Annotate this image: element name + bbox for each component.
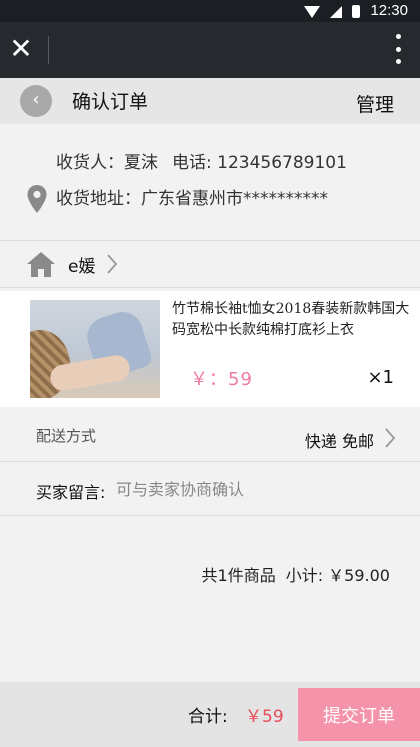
address-section[interactable]: 收货人：夏沫 电话: 123456789101 收货地址：广东省惠州市******… xyxy=(0,124,420,230)
product-price: ￥：59 xyxy=(190,369,253,390)
shop-name: e媛 xyxy=(68,257,96,277)
battery-icon xyxy=(352,4,361,18)
product-item[interactable]: 竹节棉长袖t恤女2018春装新款韩国大码宽松中长款纯棉打底衫上衣 ￥：59 ×1 xyxy=(0,291,420,407)
recipient-label: 收货人： xyxy=(56,153,124,173)
buyer-message-row: 买家留言: xyxy=(0,462,420,516)
product-image[interactable] xyxy=(30,300,160,398)
checkout-bar: 合计: ￥59 提交订单 xyxy=(0,682,420,747)
total-label: 合计: xyxy=(188,707,228,727)
submit-order-button[interactable]: 提交订单 xyxy=(298,688,420,741)
more-vertical-icon[interactable] xyxy=(394,34,402,64)
home-icon xyxy=(27,252,55,277)
shop-row[interactable]: e媛 xyxy=(0,240,420,288)
chevron-right-icon xyxy=(107,254,118,274)
delivery-value: 快递 免邮 xyxy=(304,432,374,451)
delivery-method-row[interactable]: 配送方式 快递 免邮 xyxy=(0,410,420,462)
product-quantity: ×1 xyxy=(367,367,394,388)
address-label: 收货地址： xyxy=(56,189,141,209)
manage-button[interactable]: 管理 xyxy=(356,90,394,117)
app-bar-divider xyxy=(48,36,49,64)
phone-number: 123456789101 xyxy=(217,153,347,173)
chevron-right-icon xyxy=(385,428,396,448)
address-line: 收货地址：广东省惠州市********** xyxy=(56,184,328,209)
buyer-message-input[interactable] xyxy=(116,475,396,503)
product-title: 竹节棉长袖t恤女2018春装新款韩国大码宽松中长款纯棉打底衫上衣 xyxy=(172,301,410,338)
status-bar: 12:30 xyxy=(0,0,420,22)
recipient-name: 夏沫 xyxy=(124,153,158,173)
page-header: ‹ 确认订单 管理 xyxy=(0,78,420,124)
signal-icon xyxy=(330,5,343,18)
delivery-label: 配送方式 xyxy=(36,427,97,445)
phone-label: 电话: xyxy=(172,153,212,173)
address-value: 广东省惠州市********** xyxy=(141,189,328,209)
item-count: 共1件商品 xyxy=(201,566,276,585)
back-button[interactable]: ‹ xyxy=(20,85,52,117)
total-value: ￥59 xyxy=(245,707,284,727)
wifi-icon xyxy=(304,6,321,18)
chevron-left-icon: ‹ xyxy=(32,89,40,110)
recipient-line: 收货人：夏沫 电话: 123456789101 xyxy=(56,148,347,173)
page-title: 确认订单 xyxy=(72,91,149,113)
order-summary: 共1件商品 小计: ￥59.00 xyxy=(202,562,390,586)
location-pin-icon xyxy=(27,185,47,213)
status-time: 12:30 xyxy=(370,2,408,19)
buyer-message-label: 买家留言: xyxy=(36,483,106,502)
subtotal: 小计: ￥59.00 xyxy=(285,566,390,585)
close-icon[interactable]: ✕ xyxy=(8,34,34,64)
app-bar: ✕ xyxy=(0,22,420,78)
